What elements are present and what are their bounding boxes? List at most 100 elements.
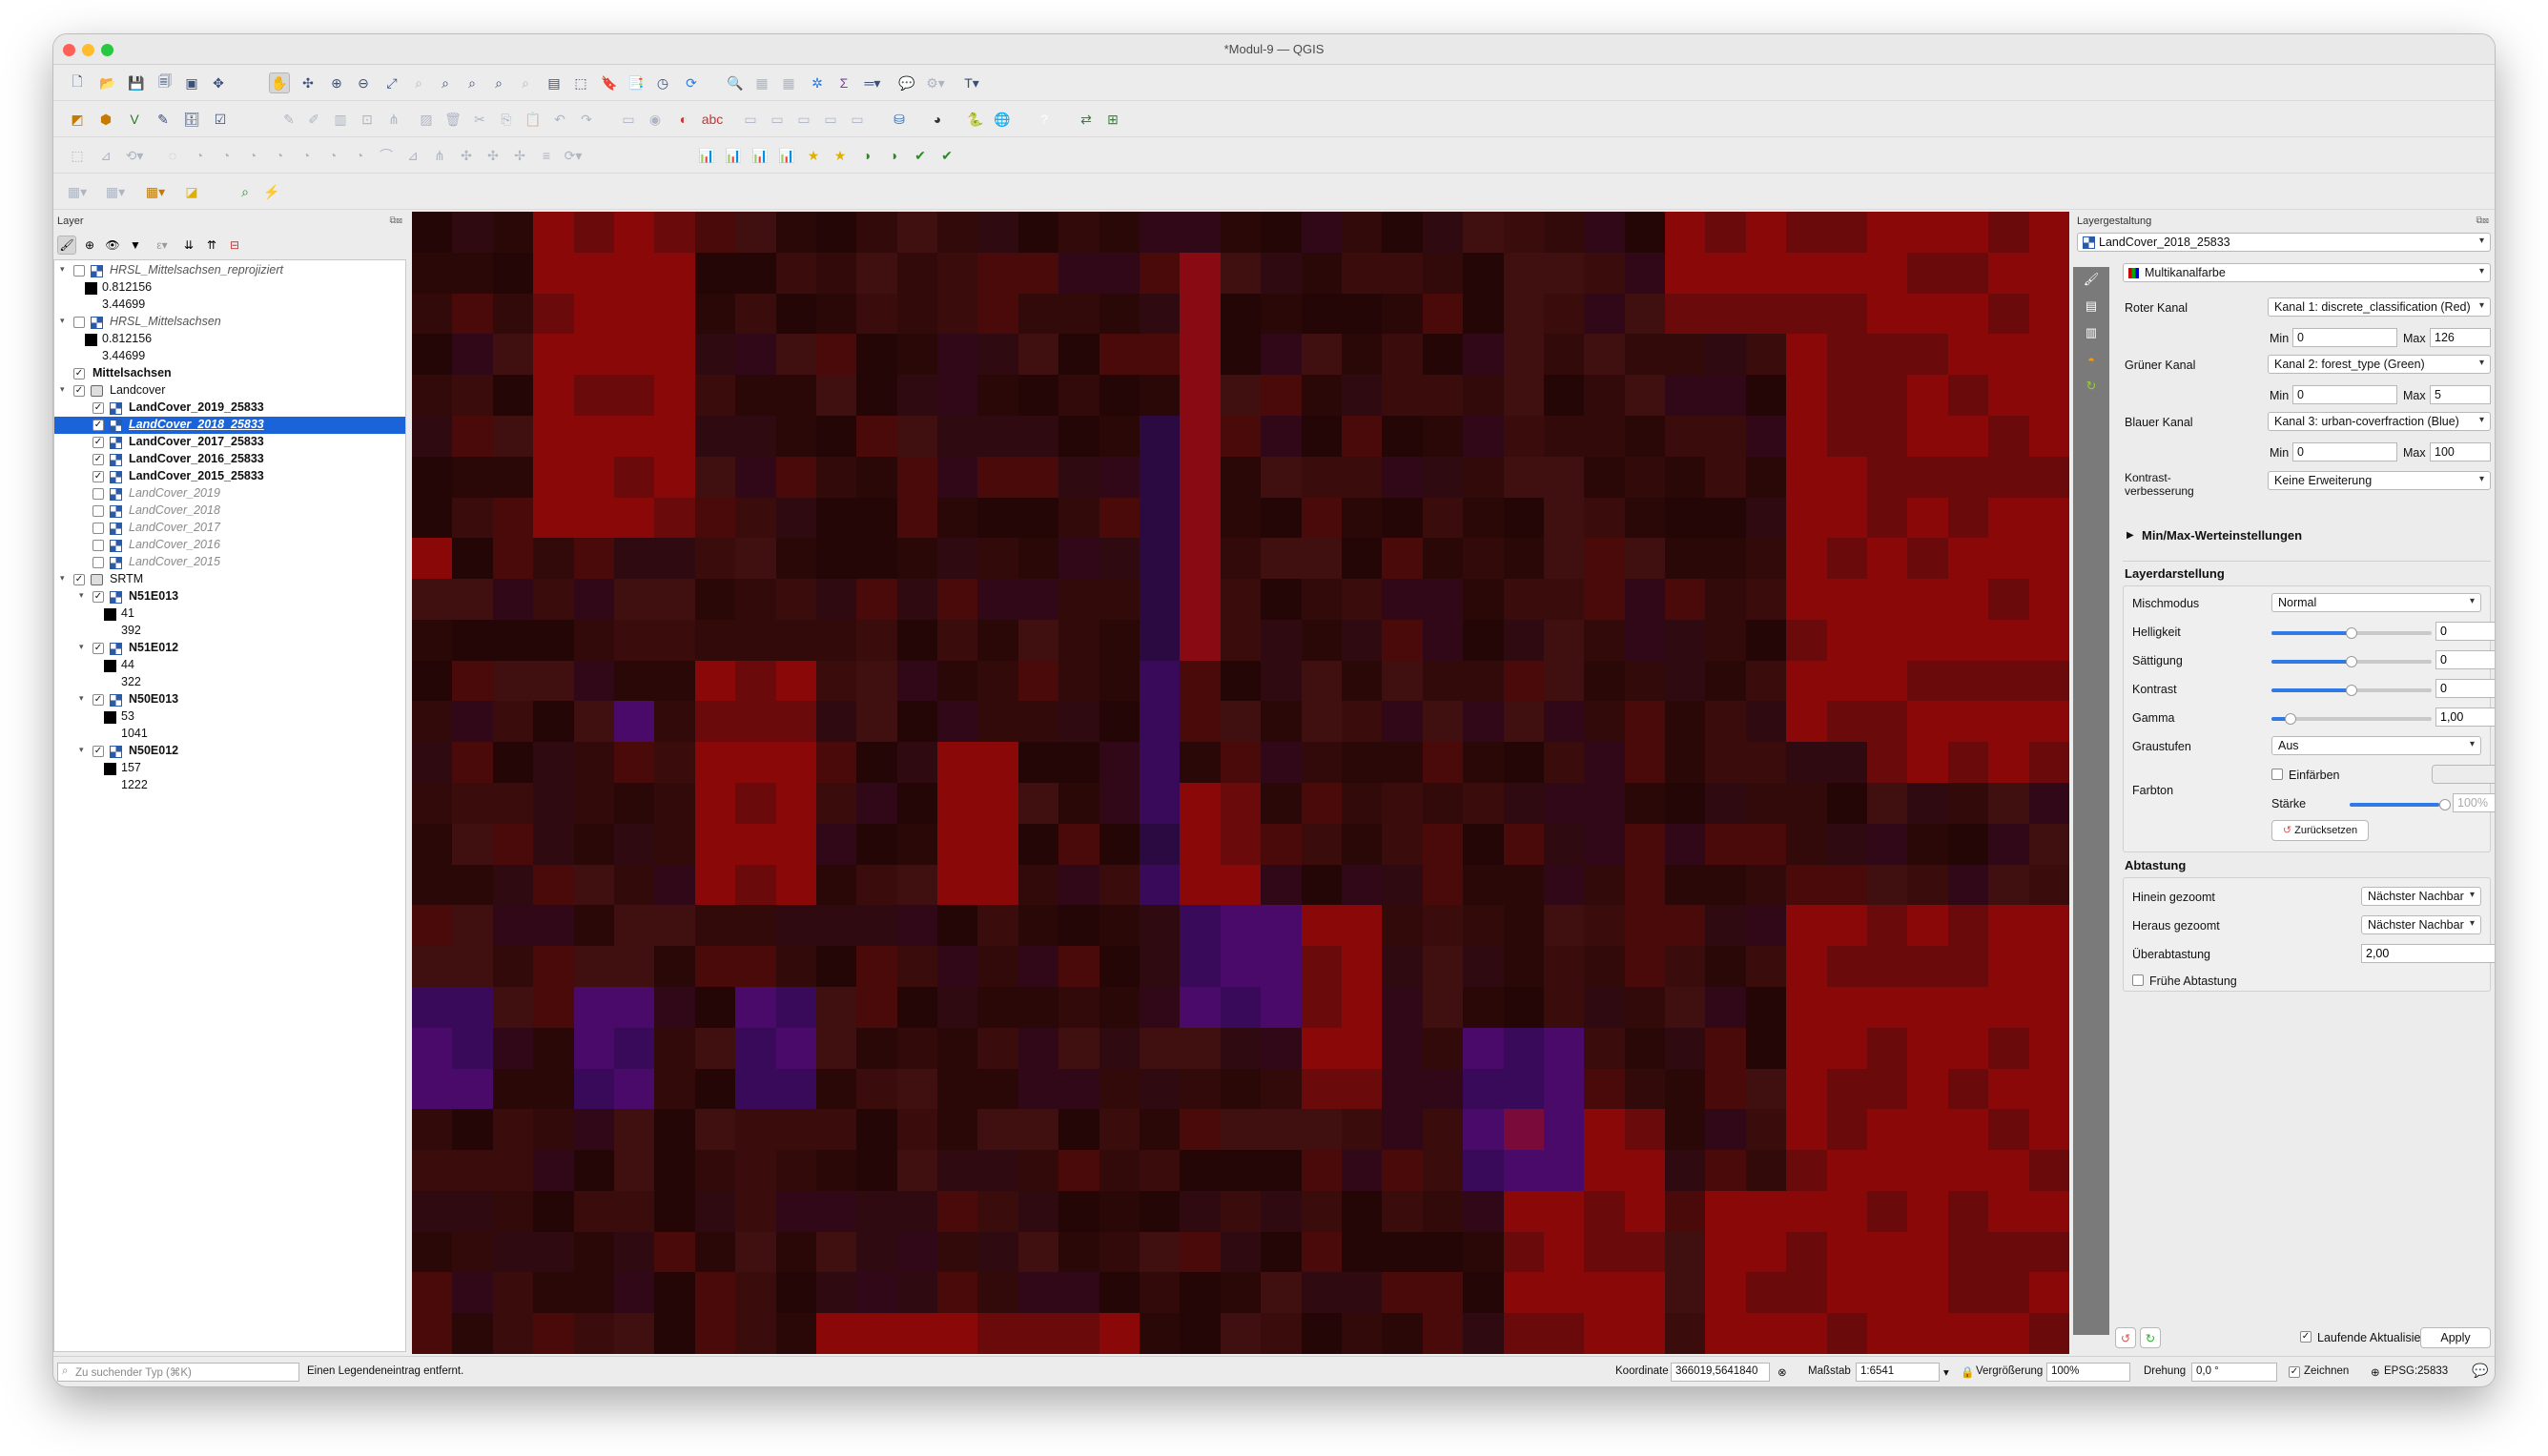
green-max-input[interactable]: 5 bbox=[2430, 385, 2491, 404]
colorize-color-button[interactable] bbox=[2432, 765, 2495, 784]
gamma-spinbox[interactable]: 1,00 bbox=[2435, 707, 2495, 727]
layer-visibility-checkbox[interactable]: ✓ bbox=[92, 591, 104, 603]
add-spatialite-icon[interactable]: 🗄 bbox=[181, 109, 202, 130]
layer-labeling-icon[interactable]: ◉ bbox=[645, 109, 666, 130]
extents-toggle-icon[interactable]: ⊗ bbox=[1777, 1365, 1787, 1379]
layer-visibility-checkbox[interactable]: ✓ bbox=[92, 420, 104, 431]
legend-entry[interactable]: 157 bbox=[54, 760, 405, 777]
simplify-icon[interactable]: ◌ bbox=[162, 145, 183, 166]
increase-contrast-icon[interactable]: ◑ bbox=[856, 145, 877, 166]
layer-visibility-checkbox[interactable] bbox=[92, 505, 104, 517]
cut-features-icon[interactable]: ✂ bbox=[469, 109, 490, 130]
zoom-out-icon[interactable]: ⊖ bbox=[353, 72, 374, 93]
offset-curve-icon[interactable]: ◔ bbox=[349, 145, 370, 166]
contrast-slider-knob[interactable] bbox=[2346, 685, 2357, 696]
layer-row[interactable]: ✓ LandCover_2016_25833 bbox=[54, 451, 405, 468]
layer-row[interactable]: LandCover_2018 bbox=[54, 502, 405, 520]
expand-all-icon[interactable]: ⇊ bbox=[179, 236, 198, 255]
layer-row[interactable]: LandCover_2016 bbox=[54, 537, 405, 554]
digitize-icon[interactable]: ✎ bbox=[153, 109, 174, 130]
pan-to-selection-icon[interactable]: ✣ bbox=[298, 72, 318, 93]
deselect-icon[interactable]: ▦▾ bbox=[145, 181, 166, 202]
expand-arrow-icon[interactable]: ▾ bbox=[79, 693, 84, 704]
reverse-line-icon[interactable]: ≡ bbox=[536, 145, 557, 166]
identify-icon[interactable]: 🔍 bbox=[725, 72, 746, 93]
apply-button[interactable]: Apply bbox=[2420, 1327, 2491, 1348]
save-project-icon[interactable]: 💾 bbox=[126, 72, 147, 93]
expand-arrow-icon[interactable]: ▾ bbox=[60, 573, 65, 584]
rotate-feature-icon[interactable]: ⟲▾ bbox=[124, 145, 145, 166]
lock-scale-icon[interactable]: 🔒 bbox=[1961, 1365, 1974, 1379]
legend-entry[interactable]: 0.812156 bbox=[54, 331, 405, 348]
map-tips-icon[interactable]: 💬 bbox=[896, 72, 917, 93]
layer-row[interactable]: ▾ ✓ N51E013 bbox=[54, 588, 405, 605]
new-project-icon[interactable]: 🗋 bbox=[67, 72, 88, 93]
trim-extend-icon[interactable]: ⟳▾ bbox=[563, 145, 584, 166]
layer-row[interactable]: ▾ ✓ N50E012 bbox=[54, 743, 405, 760]
layer-row[interactable]: LandCover_2019 bbox=[54, 485, 405, 502]
show-bookmarks-icon[interactable]: 📑 bbox=[626, 72, 647, 93]
green-min-input[interactable]: 0 bbox=[2292, 385, 2397, 404]
save-edits-icon[interactable]: ▥ bbox=[330, 109, 351, 130]
layout-manager-icon[interactable]: ▣ bbox=[181, 72, 202, 93]
zoomed-in-select[interactable]: Nächster Nachbar bbox=[2361, 887, 2481, 906]
layer-visibility-checkbox[interactable]: ✓ bbox=[92, 471, 104, 482]
new-bookmark-icon[interactable]: 🔖 bbox=[599, 72, 620, 93]
style-manager-icon[interactable]: ✥ bbox=[208, 72, 229, 93]
layer-row[interactable]: ▾ ✓ N51E012 bbox=[54, 640, 405, 657]
render-checkbox[interactable]: ✓ bbox=[2289, 1366, 2300, 1378]
pan-map-icon[interactable]: ✋ bbox=[269, 72, 290, 93]
undo-icon[interactable]: ↶ bbox=[549, 109, 570, 130]
zoomed-out-select[interactable]: Nächster Nachbar bbox=[2361, 915, 2481, 934]
layer-row[interactable]: ▾ HRSL_Mittelsachsen bbox=[54, 314, 405, 331]
change-label-icon[interactable]: ▭ bbox=[820, 109, 841, 130]
expand-arrow-icon[interactable]: ▾ bbox=[79, 745, 84, 755]
annotations-icon[interactable]: ⚙▾ bbox=[925, 72, 946, 93]
collapse-all-icon[interactable]: ⇈ bbox=[202, 236, 221, 255]
magnifier-input[interactable]: 100% bbox=[2046, 1363, 2130, 1382]
layer-row[interactable]: ✓ LandCover_2017_25833 bbox=[54, 434, 405, 451]
local-stretch-icon[interactable]: 📊 bbox=[776, 145, 797, 166]
merge-features-icon[interactable]: ⋔ bbox=[429, 145, 450, 166]
add-ring-icon[interactable]: ◔ bbox=[189, 145, 210, 166]
increase-brightness-icon[interactable]: ★ bbox=[803, 145, 824, 166]
new-3d-view-icon[interactable]: ⬚ bbox=[570, 72, 591, 93]
qgis-plugin-icon[interactable]: ◕ bbox=[927, 109, 948, 130]
help-icon[interactable]: ? bbox=[1034, 109, 1055, 130]
messages-icon[interactable]: 💬 bbox=[2472, 1363, 2488, 1379]
live-update-checkbox[interactable]: ✓ bbox=[2300, 1331, 2312, 1343]
paste-features-icon[interactable]: 📋 bbox=[523, 109, 544, 130]
delete-part-icon[interactable]: ◔ bbox=[296, 145, 317, 166]
python-console-icon[interactable]: 🐍 bbox=[965, 109, 986, 130]
local-histogram-icon[interactable]: 📊 bbox=[723, 145, 744, 166]
new-map-view-icon[interactable]: ▤ bbox=[544, 72, 565, 93]
georeferencer-icon[interactable]: ⇄ bbox=[1076, 109, 1097, 130]
decrease-contrast-icon[interactable]: ◑ bbox=[883, 145, 904, 166]
saturation-slider-knob[interactable] bbox=[2346, 656, 2357, 667]
layer-visibility-checkbox[interactable] bbox=[92, 523, 104, 534]
expand-arrow-icon[interactable]: ▾ bbox=[60, 316, 65, 326]
db-manager-icon[interactable]: ⛁ bbox=[889, 109, 910, 130]
layer-group-row[interactable]: ▾ ✓ SRTM bbox=[54, 571, 405, 588]
brightness-slider-knob[interactable] bbox=[2346, 627, 2357, 639]
saturation-spinbox[interactable]: 0 bbox=[2435, 650, 2495, 669]
grayscale-select[interactable]: Aus bbox=[2271, 736, 2481, 755]
offset-point-icon[interactable]: ✢ bbox=[509, 145, 530, 166]
fill-ring-icon[interactable]: ◔ bbox=[242, 145, 263, 166]
strength-spinbox[interactable]: 100% bbox=[2453, 793, 2495, 812]
coordinate-input[interactable]: 366019,5641840 bbox=[1671, 1363, 1770, 1382]
vertex-tool-icon[interactable]: ⋔ bbox=[383, 109, 404, 130]
filter-expression-icon[interactable]: ε▾ bbox=[149, 236, 175, 255]
layer-row[interactable]: ✓ Mittelsachsen bbox=[54, 365, 405, 382]
layer-visibility-checkbox[interactable] bbox=[73, 265, 85, 277]
history-tab-icon[interactable]: ↻ bbox=[2081, 376, 2102, 397]
decrease-brightness-icon[interactable]: ★ bbox=[830, 145, 851, 166]
split-features-icon[interactable]: ⌒ bbox=[376, 145, 397, 166]
zoom-last-icon[interactable]: ⌕ bbox=[488, 72, 509, 93]
rotation-input[interactable]: 0,0 ° bbox=[2191, 1363, 2277, 1382]
zoom-to-layer-icon[interactable]: ⌕ bbox=[435, 72, 456, 93]
oversampling-spinbox[interactable]: 2,00 bbox=[2361, 944, 2495, 963]
rendering-tab-icon[interactable]: ◓ bbox=[2081, 349, 2102, 370]
digitize-polygon-icon[interactable]: ⬚ bbox=[67, 145, 88, 166]
visibility-icon[interactable]: 👁 bbox=[103, 236, 122, 255]
